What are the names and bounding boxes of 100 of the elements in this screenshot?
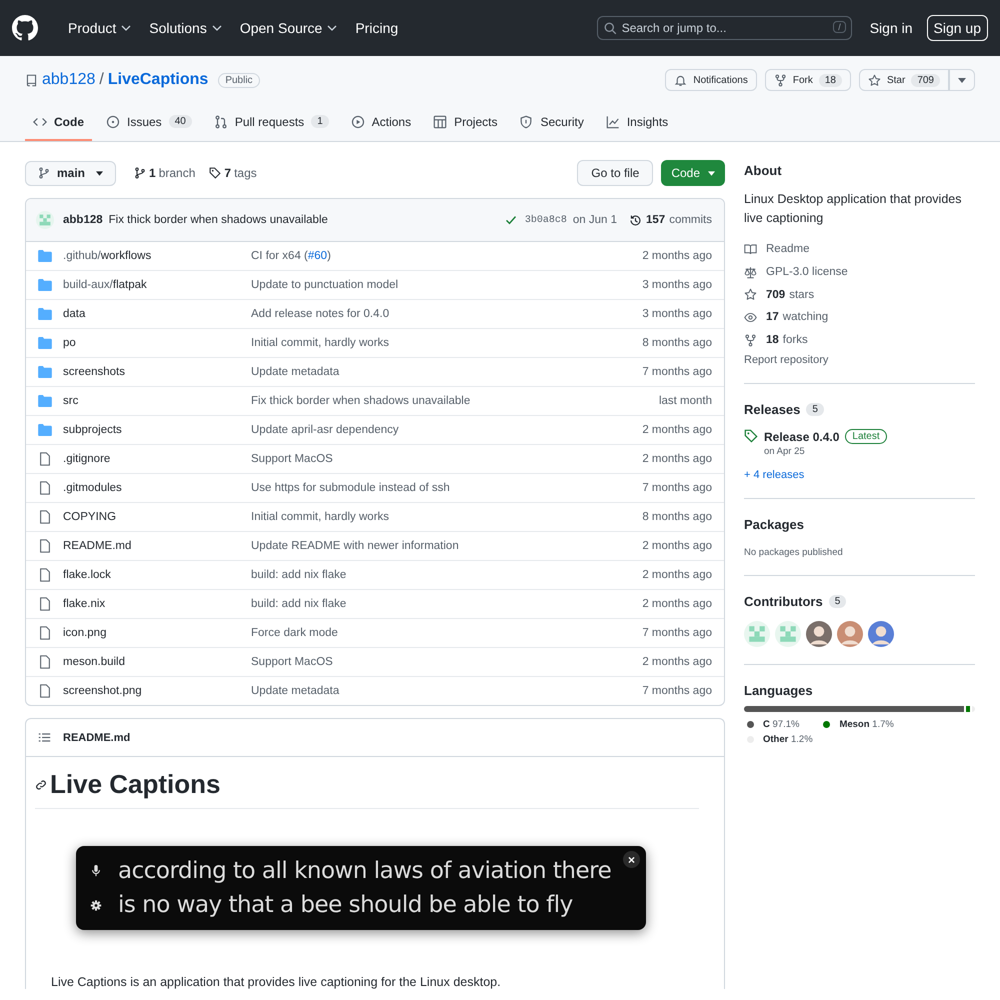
- releases-link[interactable]: + 4 releases: [744, 469, 975, 482]
- commits-link[interactable]: 157 commits: [629, 214, 712, 226]
- section-title: Languages: [744, 683, 814, 698]
- logo-icon[interactable]: [12, 15, 38, 41]
- about-link[interactable]: Readme: [744, 238, 975, 261]
- section-title: Contributors: [744, 594, 823, 610]
- language-label[interactable]: C 97.1%: [763, 719, 800, 730]
- visibility-label: Public: [218, 72, 260, 88]
- microphone-icon: [90, 865, 102, 877]
- file-name-link[interactable]: screenshot.png: [63, 685, 251, 697]
- repo-tab[interactable]: Code: [25, 104, 92, 141]
- repo-tab[interactable]: Pull requests 1: [206, 104, 337, 141]
- repo-name-link[interactable]: LiveCaptions: [108, 71, 208, 89]
- release-date: on Apr 25: [764, 446, 806, 458]
- about-link[interactable]: 709 stars: [744, 283, 975, 306]
- file-name-link[interactable]: src: [63, 395, 251, 407]
- folder-icon: [38, 424, 52, 436]
- commit-age: 7 months ago: [642, 685, 712, 697]
- about-link[interactable]: 17 watching: [744, 306, 975, 329]
- pull-icon: [214, 114, 228, 128]
- commit-message-link[interactable]: Update metadata: [251, 685, 642, 697]
- repo-tab[interactable]: Actions: [342, 104, 420, 141]
- avatar-icon[interactable]: [806, 621, 832, 648]
- commit-hash[interactable]: 3b0a8c8: [524, 214, 567, 226]
- file-name-link[interactable]: .gitignore: [63, 453, 251, 465]
- file-name-link[interactable]: meson.build: [63, 656, 251, 668]
- code-button[interactable]: Code: [661, 160, 725, 186]
- count-badge: 5: [806, 403, 824, 416]
- commit-message-link[interactable]: build: add nix flake: [251, 598, 642, 610]
- file-name-link[interactable]: build-aux/flatpak: [63, 279, 251, 291]
- repo-tab[interactable]: Security: [511, 104, 592, 141]
- commit-message-link[interactable]: CI for x64 (#60): [251, 250, 642, 262]
- commit-message-link[interactable]: Support MacOS: [251, 453, 642, 465]
- file-name-link[interactable]: flake.nix: [63, 598, 251, 610]
- commit-age: 3 months ago: [642, 279, 712, 291]
- commit-message-link[interactable]: build: add nix flake: [251, 569, 642, 581]
- nav-link[interactable]: Open Source: [240, 20, 322, 36]
- commit-message-link[interactable]: Initial commit, hardly works: [251, 511, 642, 523]
- file-name-link[interactable]: data: [63, 308, 251, 320]
- file-name-link[interactable]: .gitmodules: [63, 482, 251, 494]
- repo-tab[interactable]: Issues 40: [98, 104, 200, 141]
- folder-icon: [38, 366, 52, 378]
- graph-icon: [606, 114, 620, 128]
- report-link[interactable]: Report repository: [744, 354, 975, 366]
- repo-description: Linux Desktop application that provides live captioning: [744, 191, 962, 227]
- tags-link[interactable]: 7 tags: [209, 166, 257, 180]
- commit-message-link[interactable]: Add release notes for 0.4.0: [251, 308, 642, 320]
- eye-icon: [744, 310, 757, 324]
- star-icon: [868, 74, 881, 86]
- fork-button[interactable]: Fork 18: [764, 69, 851, 91]
- go-to-file-button[interactable]: Go to file: [577, 160, 654, 186]
- issue-icon: [106, 114, 120, 128]
- commit-message-link[interactable]: Use https for submodule instead of ssh: [251, 482, 642, 494]
- nav-link[interactable]: Product: [68, 20, 116, 36]
- commit-age: 2 months ago: [642, 453, 712, 465]
- folder-icon: [38, 395, 52, 407]
- star-menu-button[interactable]: [949, 69, 975, 91]
- link-icon[interactable]: [35, 778, 47, 790]
- release-link[interactable]: Release 0.4.0: [764, 430, 840, 444]
- commit-age: 2 months ago: [642, 569, 712, 581]
- nav-link[interactable]: Pricing: [355, 20, 398, 36]
- file-name-link[interactable]: subprojects: [63, 424, 251, 436]
- sign-up-button[interactable]: Sign up: [926, 15, 988, 41]
- commit-message-link[interactable]: Update metadata: [251, 366, 642, 378]
- commit-message-link[interactable]: Update to punctuation model: [251, 279, 642, 291]
- notifications-button[interactable]: Notifications: [665, 69, 757, 91]
- file-name-link[interactable]: screenshots: [63, 366, 251, 378]
- file-name-link[interactable]: flake.lock: [63, 569, 251, 581]
- language-label[interactable]: Other 1.2%: [763, 734, 813, 746]
- file-name-link[interactable]: icon.png: [63, 627, 251, 639]
- repo-tab[interactable]: Insights: [598, 104, 676, 141]
- nav-link[interactable]: Solutions: [149, 20, 207, 36]
- commit-message-link[interactable]: Fix thick border when shadows unavailable: [251, 395, 659, 407]
- section-title: Packages: [744, 517, 805, 532]
- commit-message-link[interactable]: Initial commit, hardly works: [251, 337, 642, 349]
- commit-message-link[interactable]: Update README with newer information: [251, 540, 642, 552]
- commit-message-link[interactable]: Force dark mode: [251, 627, 642, 639]
- file-name-link[interactable]: COPYING: [63, 511, 251, 523]
- branches-link[interactable]: 1 branch: [134, 166, 196, 180]
- about-link[interactable]: GPL-3.0 license: [744, 260, 975, 284]
- settings-icon: [90, 900, 102, 910]
- commit-message-link[interactable]: Update april-asr dependency: [251, 424, 642, 436]
- sign-in-link[interactable]: Sign in: [870, 20, 913, 36]
- about-link[interactable]: 18 forks: [744, 328, 975, 352]
- commit-message[interactable]: Fix thick border when shadows unavailable: [108, 214, 328, 226]
- commit-message-link[interactable]: Support MacOS: [251, 656, 642, 668]
- repo-tab[interactable]: Projects: [425, 104, 506, 141]
- avatar-icon[interactable]: [868, 621, 894, 648]
- avatar-icon[interactable]: [837, 621, 863, 648]
- commit-age: last month: [658, 395, 712, 407]
- file-name-link[interactable]: po: [63, 337, 251, 349]
- language-label[interactable]: Meson 1.7%: [839, 719, 894, 730]
- repo-owner-link[interactable]: abb128: [42, 71, 96, 89]
- file-name-link[interactable]: .github/workflows: [63, 250, 251, 262]
- list-icon[interactable]: [38, 731, 51, 744]
- count-badge: 5: [828, 595, 846, 608]
- file-name-link[interactable]: README.md: [63, 540, 251, 552]
- commit-author[interactable]: abb128: [63, 214, 103, 226]
- branch-selector[interactable]: main: [25, 160, 116, 186]
- star-button[interactable]: Star 709: [858, 69, 949, 91]
